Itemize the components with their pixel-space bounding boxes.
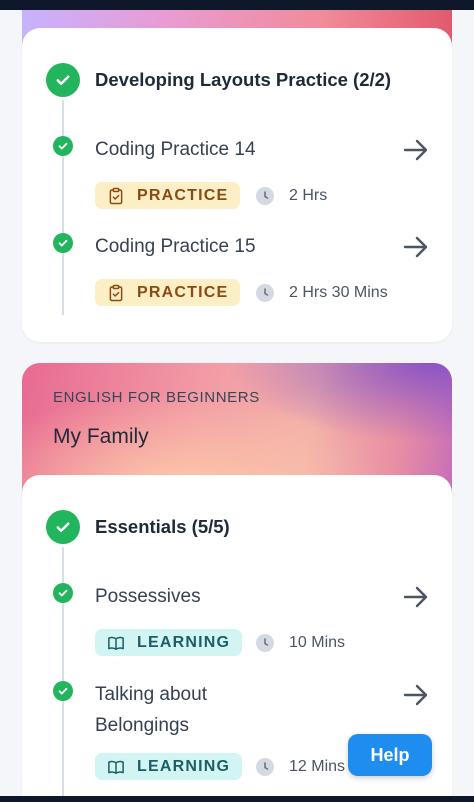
item-duration: 12 Mins: [289, 758, 346, 775]
clock-icon: [256, 634, 274, 652]
learning-badge: LEARNING: [95, 753, 243, 780]
arrow-right-icon[interactable]: [403, 234, 429, 260]
course-title: My Family: [53, 425, 149, 448]
item-duration: 2 Hrs: [289, 187, 328, 204]
arrow-right-icon[interactable]: [403, 584, 429, 610]
item-complete-check-icon: [53, 583, 73, 603]
item-title-coding-practice-14[interactable]: Coding Practice 14: [95, 134, 256, 165]
arrow-right-icon[interactable]: [403, 137, 429, 163]
clock-icon: [256, 284, 274, 302]
item-duration: 2 Hrs 30 Mins: [289, 284, 388, 301]
help-button[interactable]: Help: [348, 734, 432, 776]
arrow-right-icon[interactable]: [403, 682, 429, 708]
section-complete-check-icon: [46, 510, 80, 544]
badge-label: PRACTICE: [137, 283, 229, 301]
section-title: Essentials (5/5): [95, 516, 230, 537]
section-title: Developing Layouts Practice (2/2): [95, 69, 392, 90]
badge-label: PRACTICE: [137, 186, 229, 204]
clipboard-check-icon: [109, 284, 123, 301]
clock-icon: [256, 758, 274, 776]
item-complete-check-icon: [53, 136, 73, 156]
item-complete-check-icon: [53, 233, 73, 253]
clipboard-check-icon: [109, 187, 123, 204]
practice-badge: PRACTICE: [95, 182, 241, 209]
status-bar: [0, 0, 474, 10]
item-title-possessives[interactable]: Possessives: [95, 581, 201, 612]
badge-label: LEARNING: [137, 633, 231, 651]
open-book-icon: [108, 636, 124, 650]
item-title-coding-practice-15[interactable]: Coding Practice 15: [95, 231, 256, 262]
learning-badge: LEARNING: [95, 629, 243, 656]
clock-icon: [256, 187, 274, 205]
navigation-bar: [0, 796, 474, 802]
badge-label: LEARNING: [137, 757, 231, 775]
section-complete-check-icon: [46, 63, 80, 97]
practice-badge: PRACTICE: [95, 279, 241, 306]
timeline-line: [62, 100, 64, 315]
course-category: ENGLISH FOR BEGINNERS: [53, 389, 260, 406]
open-book-icon: [108, 760, 124, 774]
item-duration: 10 Mins: [289, 634, 346, 651]
item-title-talking-about-belongings[interactable]: Talking about Belongings: [95, 679, 255, 741]
item-complete-check-icon: [53, 681, 73, 701]
